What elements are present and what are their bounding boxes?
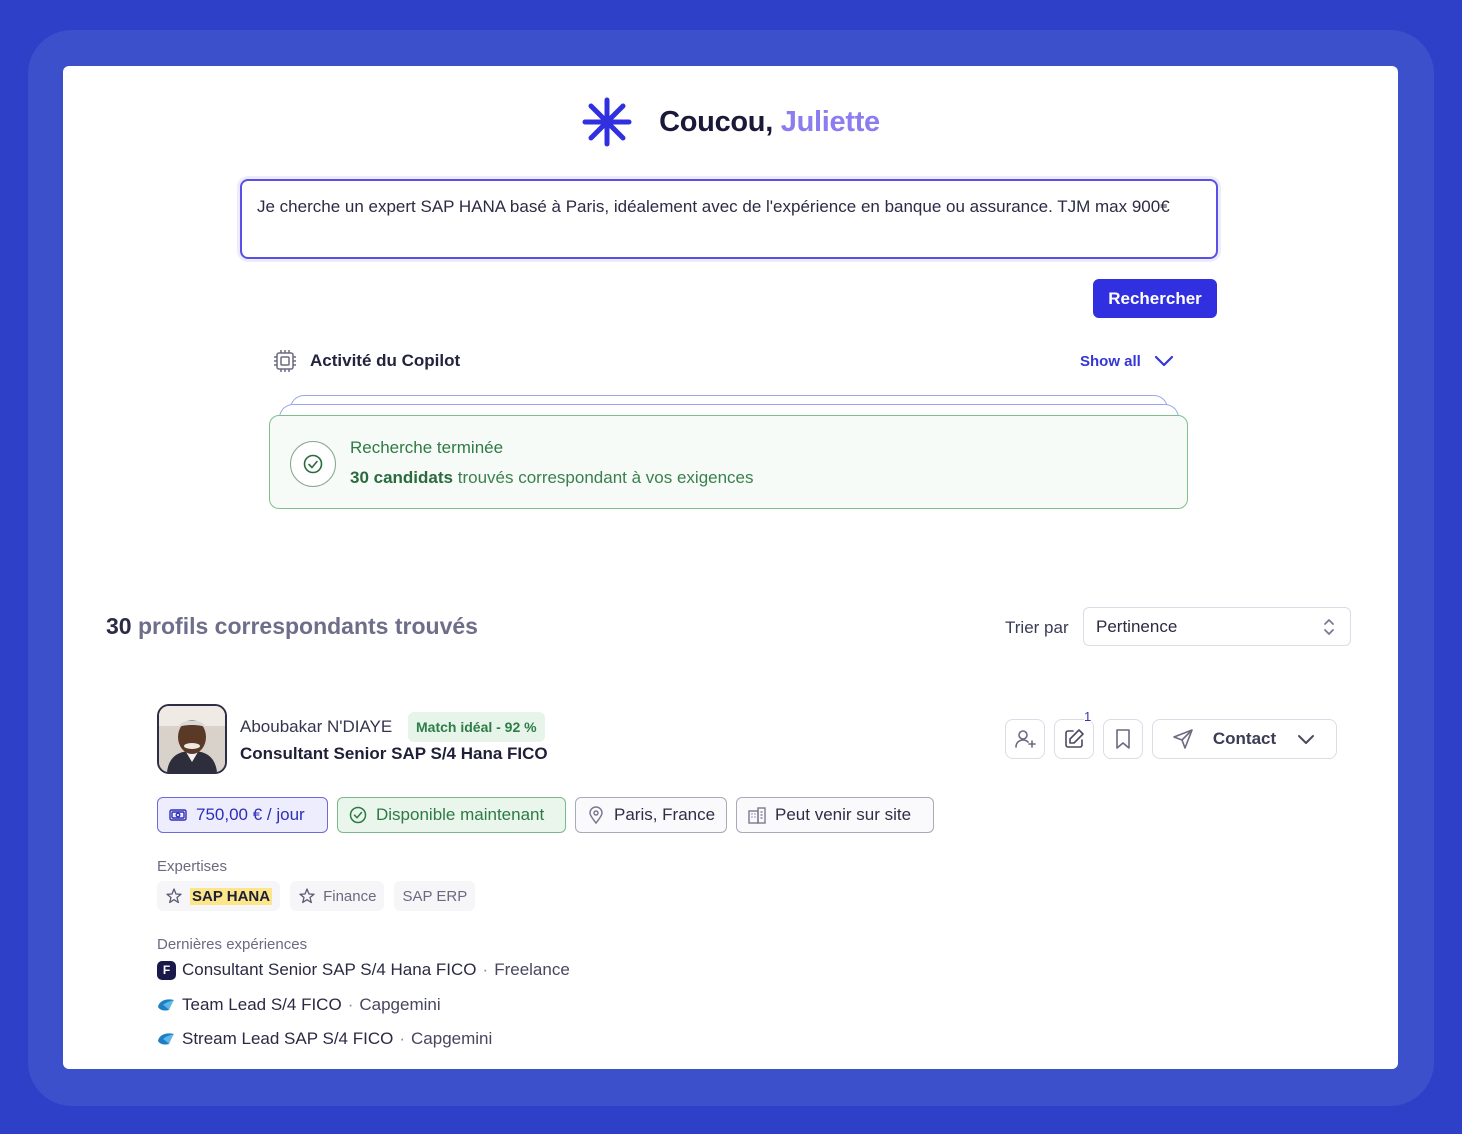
search-complete-summary: 30 candidats trouvés correspondant à vos… — [350, 468, 754, 488]
contact-button[interactable]: Contact — [1152, 719, 1337, 759]
summary-text: trouvés correspondant à vos exigences — [457, 468, 754, 487]
results-label: profils correspondants trouvés — [137, 613, 478, 639]
expertise-chip: Finance — [290, 881, 385, 911]
experience-item: Team Lead S/4 FICO · Capgemini — [157, 995, 441, 1015]
greeting-title: Coucou, Juliette — [659, 106, 880, 139]
availability-tag: Disponible maintenant — [337, 797, 566, 833]
onsite-tag: Peut venir sur site — [736, 797, 934, 833]
chip-icon — [274, 350, 296, 372]
experiences-label: Dernières expériences — [157, 936, 308, 953]
bookmark-icon — [1116, 729, 1130, 749]
experience-title: Stream Lead SAP S/4 FICO — [182, 1029, 394, 1048]
add-to-list-button[interactable] — [1005, 719, 1045, 759]
search-complete-card: Recherche terminée 30 candidats trouvés … — [269, 415, 1188, 509]
candidate-title: Consultant Senior SAP S/4 Hana FICO — [240, 744, 548, 763]
experience-company: Capgemini — [411, 1029, 493, 1048]
bookmark-button[interactable] — [1103, 719, 1143, 759]
experience-item: F Consultant Senior SAP S/4 Hana FICO · … — [157, 960, 570, 980]
expertise-name: SAP ERP — [402, 887, 468, 905]
greeting-user-name: Juliette — [780, 105, 880, 138]
user-plus-icon — [1015, 730, 1036, 748]
copilot-star-icon — [582, 97, 632, 147]
expertise-name: Finance — [323, 887, 377, 905]
sort-label: Trier par — [1005, 618, 1069, 637]
sort-select[interactable]: Pertinence — [1083, 607, 1351, 646]
edit-icon — [1065, 729, 1084, 748]
notes-count-badge: 1 — [1084, 709, 1092, 724]
building-icon — [748, 807, 766, 824]
capgemini-logo-icon — [158, 1033, 174, 1045]
separator: · — [482, 960, 489, 979]
sort-value: Pertinence — [1096, 616, 1178, 636]
match-badge: Match idéal - 92 % — [408, 712, 545, 742]
daily-rate-value: 750,00 € / jour — [196, 805, 305, 824]
location-value: Paris, France — [614, 805, 716, 824]
candidate-count: 30 candidats — [350, 468, 453, 487]
candidate-name[interactable]: Aboubakar N'DIAYE — [240, 717, 392, 737]
company-logo: F — [157, 960, 176, 980]
daily-rate-tag: 750,00 € / jour — [157, 797, 328, 833]
separator: · — [347, 995, 354, 1014]
search-prompt-input[interactable]: Je cherche un expert SAP HANA basé à Par… — [240, 179, 1218, 259]
star-icon — [166, 888, 182, 904]
onsite-value: Peut venir sur site — [775, 805, 912, 824]
location-tag: Paris, France — [575, 797, 727, 833]
expertise-chip: SAP ERP — [394, 881, 476, 911]
expertise-chip: SAP HANA — [157, 881, 281, 911]
show-all-toggle[interactable]: Show all — [1080, 350, 1175, 372]
map-pin-icon — [589, 806, 603, 825]
copilot-activity-title: Activité du Copilot — [310, 351, 461, 370]
availability-value: Disponible maintenant — [376, 805, 545, 824]
experience-item: Stream Lead SAP S/4 FICO · Capgemini — [157, 1029, 492, 1049]
experience-title: Team Lead S/4 FICO — [182, 995, 342, 1014]
money-icon — [169, 809, 187, 821]
chevron-down-icon — [1298, 735, 1314, 744]
separator: · — [399, 1029, 406, 1048]
search-button[interactable]: Rechercher — [1093, 279, 1217, 318]
expertise-name: SAP HANA — [190, 887, 273, 905]
capgemini-logo-icon — [158, 999, 174, 1011]
person-photo-icon — [159, 706, 225, 772]
experience-company: Capgemini — [359, 995, 441, 1014]
copilot-activity-header: Activité du Copilot — [272, 348, 460, 374]
results-count: 30 — [106, 613, 132, 639]
star-icon — [299, 888, 315, 904]
experience-company: Freelance — [494, 960, 570, 979]
check-circle-icon — [349, 806, 367, 824]
greeting-prefix: Coucou, — [659, 105, 773, 138]
check-circle-icon — [290, 441, 336, 487]
experience-title: Consultant Senior SAP S/4 Hana FICO — [182, 960, 477, 979]
chevron-down-icon — [1154, 355, 1173, 367]
contact-label: Contact — [1212, 729, 1277, 748]
expertises-list: SAP HANA Finance SAP ERP — [157, 881, 476, 911]
candidate-avatar[interactable] — [157, 704, 227, 774]
greeting-header: Coucou, Juliette — [63, 94, 1398, 150]
chevron-up-down-icon — [1324, 618, 1334, 635]
notes-button[interactable] — [1054, 719, 1094, 759]
search-complete-title: Recherche terminée — [350, 438, 504, 457]
show-all-label: Show all — [1080, 352, 1141, 370]
send-icon — [1173, 729, 1193, 749]
results-title: 30 profils correspondants trouvés — [106, 613, 478, 640]
main-card: Coucou, Juliette Je cherche un expert SA… — [63, 66, 1398, 1069]
expertises-label: Expertises — [157, 858, 228, 875]
